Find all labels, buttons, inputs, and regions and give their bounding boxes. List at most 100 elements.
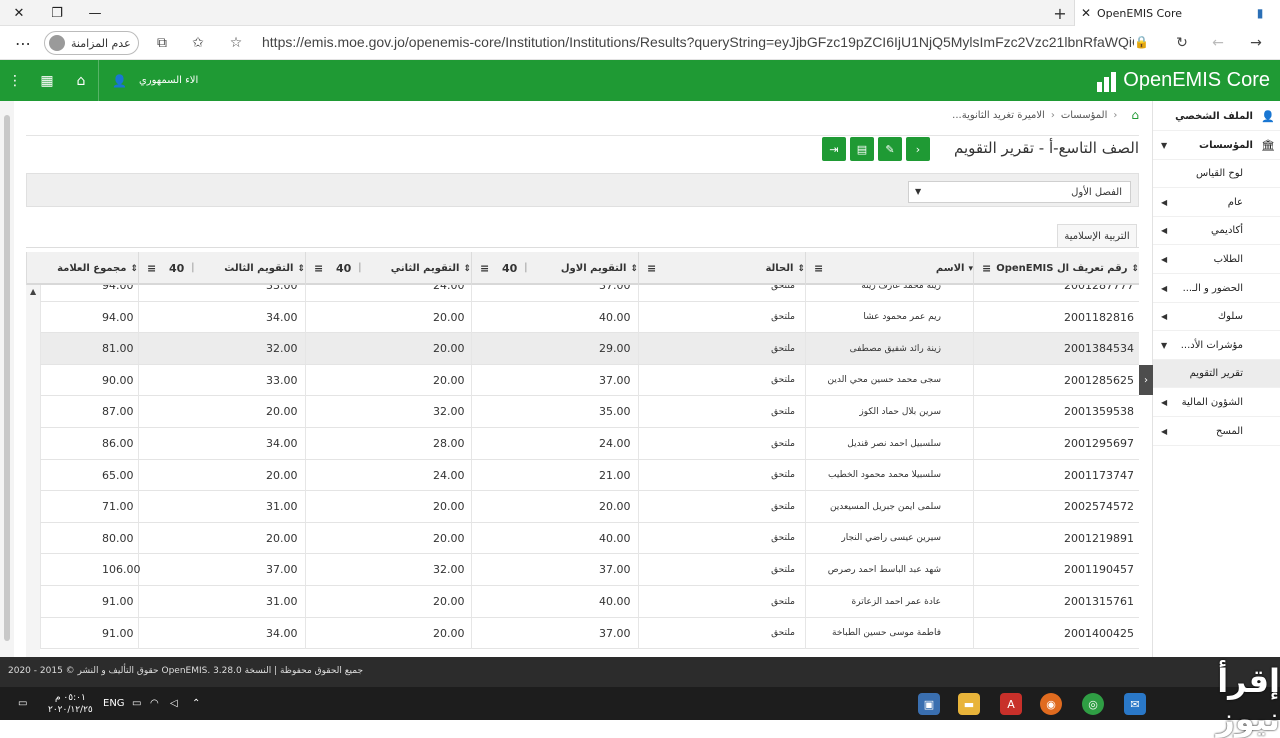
refresh-icon[interactable]: ↻ [1170,32,1194,54]
column-header-id[interactable]: ⇕ رقم تعريف ال OpenEMIS ≡ [973,252,1139,285]
table-scrollbar[interactable]: ▲ [26,285,40,657]
table-row[interactable]: 2001400425 فاطمة موسى حسين الطباخة ملتحق 37… [40,617,1139,650]
chevron-left-icon[interactable]: ◀ [1161,312,1167,321]
sync-button[interactable]: عدم المزامنة [44,31,139,55]
sidebar-item[interactable]: الحضور و الـ... ◀ [1153,275,1280,303]
forward-icon[interactable]: ← [1206,32,1230,54]
browser-tab[interactable]: ✕ OpenEMIS Core ▮ [1074,0,1280,26]
column-header-eval3[interactable]: ⇕ التقويم الثالث | 40 ≡ [138,252,305,285]
sidebar-item[interactable]: 🏛 المؤسسات ▼ [1153,132,1280,160]
sidebar-item[interactable]: الشؤون المالية ◀ [1153,389,1280,417]
firefox-icon[interactable]: ◉ [1040,693,1062,715]
table-row[interactable]: 2001287777 زينة محمد عارف زينة ملتحق 37.00 2… [40,285,1139,302]
url-field[interactable]: https://emis.moe.gov.jo/openemis-core/In… [262,34,1134,54]
restore-window-icon[interactable]: ❐ [38,0,76,26]
close-window-icon[interactable]: ✕ [0,0,38,26]
wifi-icon[interactable]: ◠ [150,687,159,720]
file-explorer-icon[interactable]: ▬ [958,693,980,715]
chevron-left-icon[interactable]: ◀ [1161,427,1167,436]
sidebar-item[interactable]: لوح القياس [1153,160,1280,189]
sort-icon[interactable]: ⇕ [130,264,138,274]
sort-icon[interactable]: ⇕ [297,264,305,274]
sort-icon[interactable]: ⇕ [797,264,805,274]
collapse-sidebar-icon[interactable]: › [1139,365,1153,395]
chevron-down-icon[interactable]: ▼ [1161,341,1167,350]
sort-down-icon[interactable]: ▾ [968,264,973,274]
back-icon[interactable]: → [1244,32,1268,54]
sidebar-item[interactable]: المسح ◀ [1153,418,1280,446]
column-header-status[interactable]: ⇕ الحالة ≡ [638,252,805,285]
back-button[interactable]: › [906,137,930,161]
scroll-up-icon[interactable]: ▲ [30,287,36,296]
column-menu-icon[interactable]: ≡ [982,262,991,275]
chevron-left-icon[interactable]: ◀ [1161,255,1167,264]
battery-icon[interactable]: ▭ [132,687,141,720]
column-header-eval2[interactable]: ⇕ التقويم الثاني | 40 ≡ [305,252,471,285]
apps-grid-icon[interactable]: ▦ [36,60,58,101]
column-menu-icon[interactable]: ≡ [647,262,656,275]
sort-icon[interactable]: ⇕ [630,264,638,274]
media-app-icon[interactable]: ▣ [918,693,940,715]
breadcrumb-school[interactable]: الاميرة تغريد الثانوية... [952,110,1045,121]
home-icon[interactable]: ⌂ [70,60,92,101]
lock-icon[interactable]: 🔒 [1134,35,1149,49]
column-header-eval1[interactable]: ⇕ التقويم الاول | 40 ≡ [471,252,638,285]
table-row[interactable]: 2001315761 عادة عمر احمد الزعاترة ملتحق 40.… [40,586,1139,618]
collections-icon[interactable]: ⧉ [150,32,174,54]
chevron-down-icon[interactable]: ▼ [1161,141,1167,150]
table-row[interactable]: 2001219891 سيرين عيسى راضي النجار ملتحق 40.… [40,522,1139,555]
table-row[interactable]: 2001182816 ريم عمر محمود عشا ملتحق 40.00 20.… [40,301,1139,334]
column-menu-icon[interactable]: ≡ [480,262,489,275]
column-menu-icon[interactable]: ≡ [814,262,823,275]
chevron-left-icon[interactable]: ◀ [1161,226,1167,235]
tab-subject[interactable]: التربية الإسلامية [1057,224,1137,248]
breadcrumb-home-icon[interactable]: ⌂ [1131,108,1139,122]
pdf-reader-icon[interactable]: A [1000,693,1022,715]
user-menu[interactable]: 👤 الاء السمهوري [112,60,198,101]
sidebar-item[interactable]: 👤 الملف الشخصي [1153,103,1280,131]
sidebar-item[interactable]: تقرير التقويم [1153,360,1280,389]
mail-icon[interactable]: ✉ [1124,693,1146,715]
table-row[interactable]: 2002574572 سلمى ايمن جبريل المسيعدين ملتحق… [40,491,1139,523]
sidebar-item[interactable]: عام ◀ [1153,189,1280,217]
table-row[interactable]: 2001285625 سجى محمد حسين محي الدين ملتحق 37… [40,364,1139,397]
table-row[interactable]: 2001384534 زينة رائد شفيق مصطفى ملتحق 29.00… [40,333,1139,365]
brand-logo[interactable]: OpenEMIS Core [1097,60,1270,101]
sidebar-item[interactable]: أكاديمي ◀ [1153,217,1280,246]
tray-overflow-icon[interactable]: ⌃ [192,687,200,720]
kebab-menu-icon[interactable]: ⋮ [6,60,24,101]
table-row[interactable]: 2001173747 سلسبيلا محمد محمود الخطيب ملتحق… [40,459,1139,492]
spreadsheet-button[interactable]: ▤ [850,137,874,161]
column-header-name[interactable]: ▾ الاسم ≡ [805,252,973,285]
language-indicator[interactable]: ENG [103,687,125,720]
table-row[interactable]: 2001190457 شهد عبد الباسط احمد رصرص ملتحق 3… [40,554,1139,586]
new-tab-icon[interactable]: + [1046,0,1074,26]
clock[interactable]: ٠٥:٠١ م ٢٠٢٠/١٢/٢٥ [48,687,93,720]
favorites-icon[interactable]: ✩ [186,32,210,54]
export-button[interactable]: ⇥ [822,137,846,161]
column-header-total[interactable]: ⇕ مجموع العلامة [26,252,138,285]
more-options-icon[interactable]: ⋯ [8,31,38,55]
sidebar-item[interactable]: الطلاب ◀ [1153,246,1280,274]
column-menu-icon[interactable]: ≡ [314,262,323,275]
close-tab-icon[interactable]: ✕ [1075,6,1097,20]
period-select[interactable]: ▼ الفصل الأول [908,181,1131,203]
table-row[interactable]: 2001359538 سرين بلال حماد الكوز ملتحق 35.00… [40,396,1139,428]
sidebar-item[interactable]: سلوك ◀ [1153,303,1280,332]
notifications-icon[interactable]: ▭ [18,687,27,720]
sort-icon[interactable]: ⇕ [1131,264,1139,274]
page-scrollbar[interactable] [0,101,14,657]
page-scrollbar-thumb[interactable] [4,115,10,641]
sort-icon[interactable]: ⇕ [463,264,471,274]
edit-button[interactable]: ✎ [878,137,902,161]
minimize-window-icon[interactable]: — [76,0,114,26]
volume-icon[interactable]: ◁ [170,687,178,720]
breadcrumb-institutions[interactable]: المؤسسات [1061,110,1108,121]
chevron-left-icon[interactable]: ◀ [1161,398,1167,407]
chevron-left-icon[interactable]: ◀ [1161,284,1167,293]
add-favorite-icon[interactable]: ☆ [224,32,248,54]
column-menu-icon[interactable]: ≡ [147,262,156,275]
sidebar-item[interactable]: مؤشرات الأد... ▼ [1153,332,1280,360]
chevron-left-icon[interactable]: ◀ [1161,198,1167,207]
table-row[interactable]: 2001295697 سلسبيل احمد نصر قنديل ملتحق 24.0… [40,428,1139,460]
